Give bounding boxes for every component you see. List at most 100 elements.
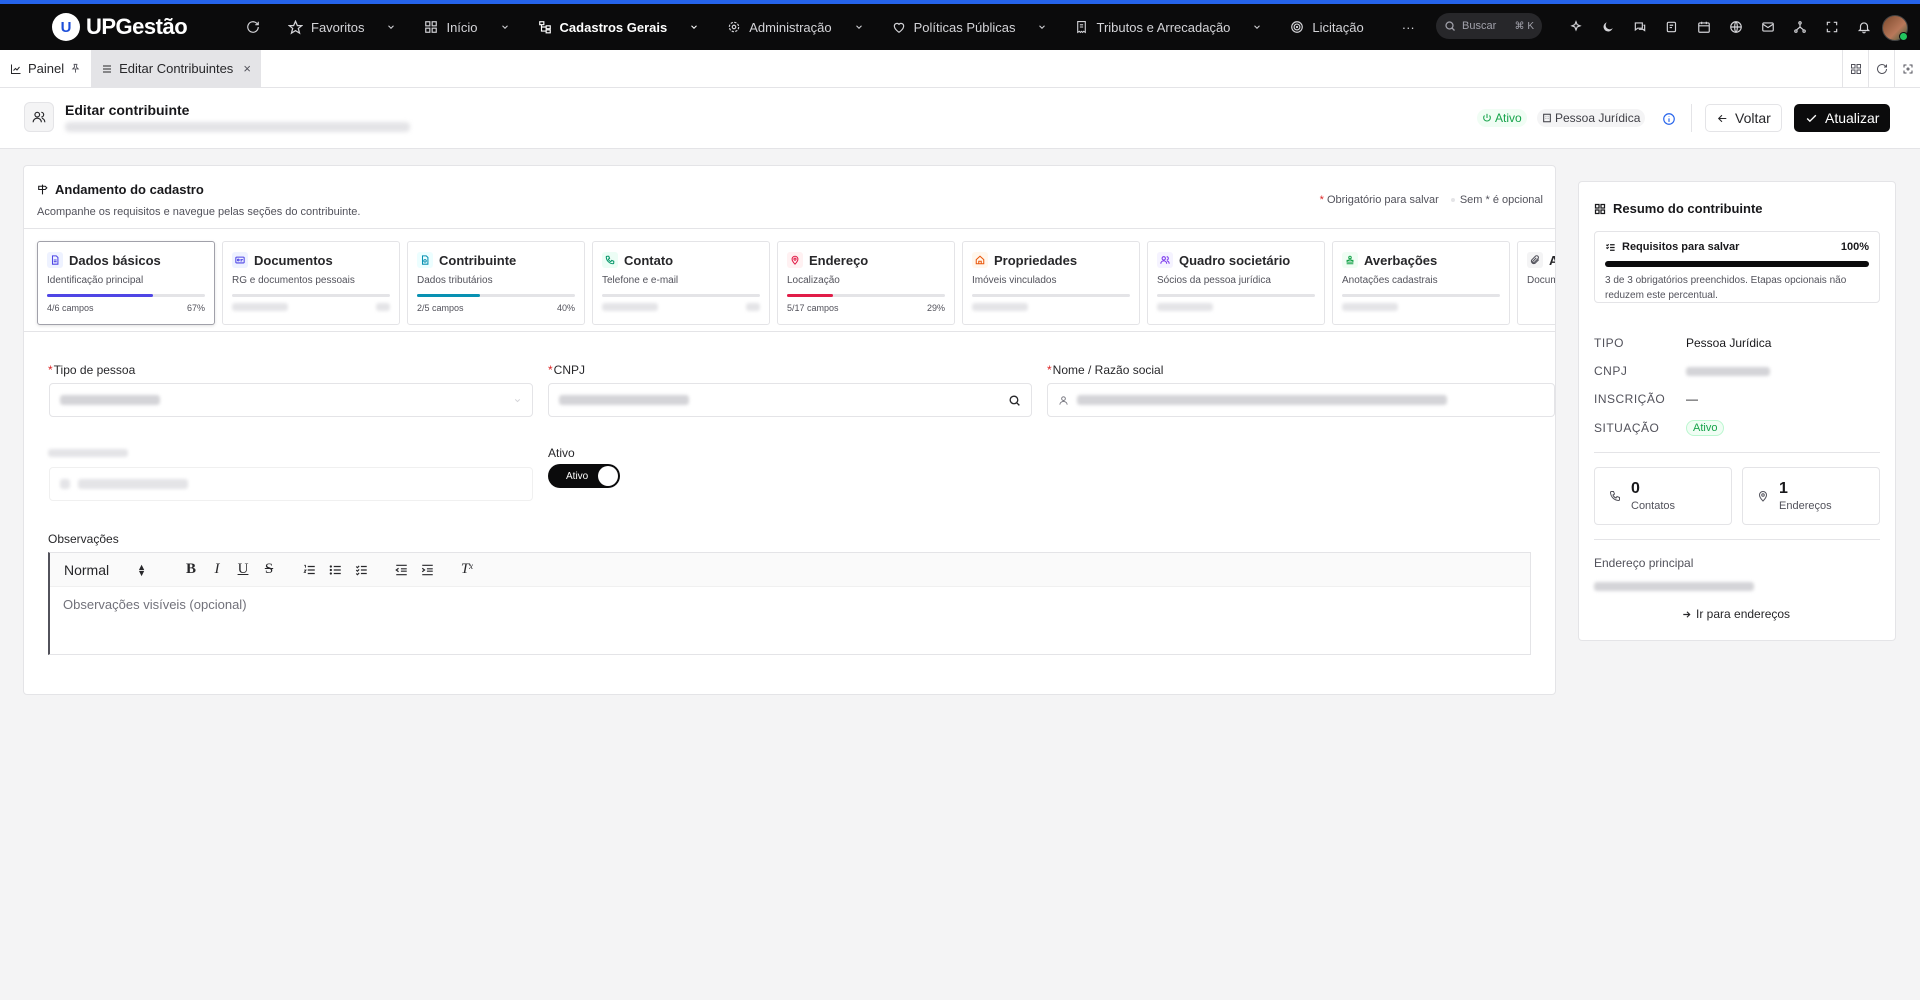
enderecos-stat[interactable]: 1 Endereços [1742, 467, 1880, 525]
nav-favoritos[interactable]: Favoritos [274, 4, 410, 50]
document-icon [47, 252, 63, 268]
underline-button[interactable]: U [230, 561, 256, 578]
step-anexos[interactable]: A Docum [1517, 241, 1555, 325]
clear-format-button[interactable]: Tx [454, 561, 480, 578]
info-icon[interactable] [1662, 112, 1676, 126]
step-averbacoes[interactable]: Averbações Anotações cadastrais [1332, 241, 1510, 325]
ordered-list-button[interactable] [296, 563, 322, 577]
theme-toggle-button[interactable] [1592, 20, 1624, 34]
nav-cadastros-gerais[interactable]: Cadastros Gerais [524, 4, 714, 50]
search-icon[interactable] [1008, 394, 1021, 407]
arrow-left-icon [1717, 114, 1727, 122]
nav-tributos[interactable]: Tributos e Arrecadação [1061, 4, 1276, 50]
summary-title: Resumo do contribuinte [1594, 201, 1763, 216]
chat-icon [1634, 22, 1646, 32]
notifications-button[interactable] [1848, 20, 1880, 34]
endereco-principal-value [1594, 579, 1754, 594]
step-endereco[interactable]: Endereço Localização 5/17 campos 29% [777, 241, 955, 325]
tipo-pessoa-label: *Tipo de pessoa [48, 363, 136, 377]
star-icon [288, 19, 303, 34]
phone-icon [1609, 491, 1620, 502]
nav-politicas-publicas[interactable]: Políticas Públicas [878, 4, 1062, 50]
redacted [972, 303, 1028, 311]
indent-button[interactable] [414, 563, 440, 577]
focus-icon [1903, 64, 1912, 74]
chevron-down-icon [388, 25, 395, 29]
redacted-field[interactable] [49, 467, 533, 501]
more-menu-button[interactable]: ··· [1388, 4, 1429, 50]
contatos-stat[interactable]: 0 Contatos [1594, 467, 1732, 525]
notes-button[interactable] [1656, 20, 1688, 34]
italic-button[interactable]: I [204, 561, 230, 578]
receipt-icon [1077, 21, 1087, 34]
format-select[interactable]: Normal ▲ ▼ [64, 562, 164, 578]
step-contato[interactable]: Contato Telefone e e-mail [592, 241, 770, 325]
tabs-refresh-button[interactable] [1868, 50, 1894, 88]
arrow-right-icon [1683, 610, 1691, 618]
back-button[interactable]: Voltar [1705, 104, 1782, 132]
brand-logo[interactable]: U UPGestão [52, 13, 202, 41]
redacted [1342, 303, 1398, 311]
observacoes-editor: Normal ▲ ▼ B I U S Tx Observações visívei… [48, 552, 1531, 655]
chat-button[interactable] [1624, 20, 1656, 34]
step-documentos[interactable]: Documentos RG e documentos pessoais [222, 241, 400, 325]
close-icon[interactable]: × [243, 61, 251, 76]
observacoes-textarea[interactable]: Observações visíveis (opcional) [50, 587, 1530, 622]
step-propriedades[interactable]: Propriedades Imóveis vinculados [962, 241, 1140, 325]
bold-button[interactable]: B [178, 561, 204, 578]
step-progress-fill [47, 294, 153, 297]
nav-label: Início [446, 19, 478, 35]
chevron-down-icon [691, 25, 698, 29]
step-contribuinte[interactable]: Contribuinte Dados tributários 2/5 campo… [407, 241, 585, 325]
mail-icon [1762, 22, 1774, 32]
tab-painel[interactable]: Painel [0, 50, 91, 88]
sparkles-button[interactable] [1560, 20, 1592, 34]
tipo-pessoa-select[interactable] [49, 383, 533, 417]
bullet-list-button[interactable] [322, 563, 348, 577]
refresh-button[interactable] [232, 4, 274, 50]
nav-inicio[interactable]: Início [410, 4, 523, 50]
nav-label: Favoritos [311, 19, 365, 35]
tab-label: Editar Contribuintes [119, 61, 234, 76]
calendar-button[interactable] [1688, 20, 1720, 34]
bullet-list-icon [329, 564, 341, 575]
status-badge: Ativo [1477, 109, 1527, 127]
nav-administracao[interactable]: Administração [713, 4, 877, 50]
chevron-down-icon [501, 25, 508, 29]
expand-icon [1826, 21, 1838, 33]
chart-icon [11, 64, 21, 74]
cnpj-input[interactable] [548, 383, 1032, 417]
step-quadro-societario[interactable]: Quadro societário Sócios da pessoa juríd… [1147, 241, 1325, 325]
checklist-icon [355, 565, 367, 575]
mail-button[interactable] [1752, 20, 1784, 34]
id-card-icon [232, 252, 248, 268]
requirements-box: Requisitos para salvar 100% 3 de 3 obrig… [1594, 231, 1880, 303]
nav-licitacao[interactable]: Licitação [1276, 4, 1377, 50]
network-button[interactable] [1784, 20, 1816, 34]
nav-label: Licitação [1312, 19, 1364, 35]
redacted [1157, 303, 1213, 311]
tabs-grid-button[interactable] [1842, 50, 1868, 88]
tab-editar-contribuintes[interactable]: Editar Contribuintes × [91, 49, 261, 88]
user-avatar[interactable] [1882, 15, 1908, 41]
editor-toolbar: Normal ▲ ▼ B I U S Tx [50, 553, 1530, 587]
search-input[interactable]: Buscar ⌘ K [1436, 13, 1542, 39]
outdent-button[interactable] [388, 563, 414, 577]
language-button[interactable] [1720, 20, 1752, 34]
strike-button[interactable]: S [256, 561, 282, 578]
tabs-focus-button[interactable] [1894, 50, 1920, 88]
user-icon [1059, 395, 1068, 405]
ativo-toggle[interactable]: Ativo [548, 464, 620, 488]
top-actions [1560, 4, 1880, 50]
progress-title: Andamento do cadastro [36, 182, 204, 197]
fullscreen-button[interactable] [1816, 20, 1848, 34]
step-progress-fill [417, 294, 481, 297]
top-navbar: U UPGestão Favoritos Início Cadastros Ge… [0, 0, 1920, 50]
nome-input[interactable] [1047, 383, 1555, 417]
step-dados-basicos[interactable]: Dados básicos Identificação principal 4/… [37, 241, 215, 325]
go-to-addresses-link[interactable]: Ir para endereços [1681, 607, 1790, 621]
cnpj-label: *CNPJ [548, 363, 586, 377]
update-button[interactable]: Atualizar [1794, 104, 1891, 132]
checklist-button[interactable] [348, 563, 374, 577]
nav-label: Políticas Públicas [913, 19, 1016, 35]
